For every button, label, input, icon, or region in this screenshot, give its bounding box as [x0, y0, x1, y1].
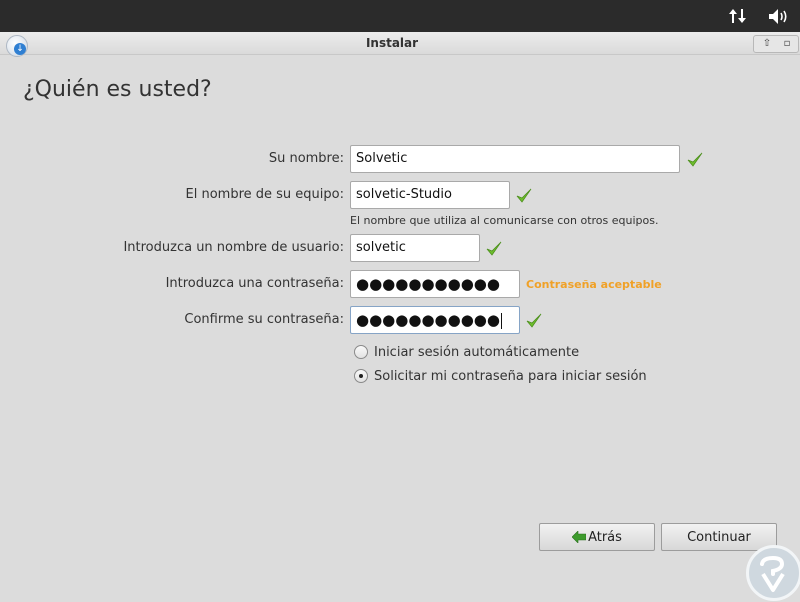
computer-name-hint: El nombre que utiliza al comunicarse con…: [350, 214, 659, 227]
network-arrows-icon[interactable]: [729, 7, 749, 25]
back-arrow-icon: [572, 531, 587, 543]
back-button[interactable]: Atrás: [539, 523, 655, 551]
auto-login-option[interactable]: Iniciar sesión automáticamente: [354, 343, 579, 361]
password-label: Introduzca una contraseña:: [165, 276, 344, 291]
text-caret: [500, 312, 502, 329]
installer-icon: ↓: [6, 35, 28, 57]
confirm-password-value: ●●●●●●●●●●●: [356, 311, 500, 329]
solvetic-logo: [746, 545, 800, 601]
check-icon: [516, 188, 532, 203]
require-password-radio[interactable]: [354, 369, 368, 383]
computer-name-label: El nombre de su equipo:: [185, 187, 344, 202]
name-field[interactable]: Solvetic: [350, 145, 680, 173]
auto-login-label: Iniciar sesión automáticamente: [374, 344, 580, 360]
require-password-option[interactable]: Solicitar mi contraseña para iniciar ses…: [354, 367, 647, 385]
confirm-password-field[interactable]: ●●●●●●●●●●●: [350, 306, 520, 334]
window-titlebar[interactable]: Instalar ⇧ ▫: [0, 32, 800, 55]
maximize-icon[interactable]: ⇧: [758, 37, 776, 51]
window-title: Instalar: [365, 36, 419, 50]
computer-name-field[interactable]: solvetic-Studio: [350, 181, 510, 209]
installer-window: Instalar ⇧ ▫ ↓ ¿Quién es usted? Su nombr…: [0, 32, 800, 600]
volume-icon[interactable]: [768, 8, 790, 25]
solvetic-logo-mark: [760, 555, 785, 592]
password-strength-label: Contraseña aceptable: [526, 278, 662, 291]
check-icon: [687, 152, 703, 167]
password-field[interactable]: ●●●●●●●●●●●: [350, 270, 520, 298]
check-icon: [526, 313, 542, 328]
confirm-password-label: Confirme su contraseña:: [184, 312, 344, 327]
check-icon: [486, 241, 502, 256]
page-title: ¿Quién es usted?: [23, 77, 212, 102]
require-password-label: Solicitar mi contraseña para iniciar ses…: [374, 368, 647, 384]
username-label: Introduzca un nombre de usuario:: [123, 240, 344, 255]
window-controls: ⇧ ▫: [753, 35, 799, 53]
name-label: Su nombre:: [268, 151, 344, 166]
back-button-label: Atrás: [588, 529, 622, 545]
restore-icon[interactable]: ▫: [778, 37, 796, 51]
auto-login-radio[interactable]: [354, 345, 368, 359]
continue-button-label: Continuar: [687, 529, 751, 545]
username-field[interactable]: solvetic: [350, 234, 480, 262]
top-panel: [0, 0, 800, 32]
continue-button[interactable]: Continuar: [661, 523, 777, 551]
